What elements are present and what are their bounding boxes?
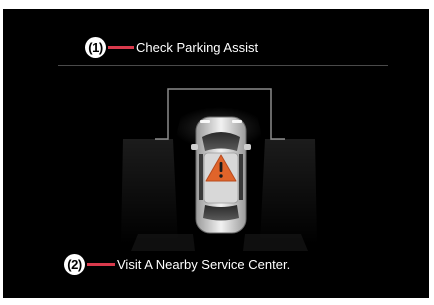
callout-text: Check Parking Assist — [136, 39, 259, 55]
callout-number-badge: (2) — [64, 253, 85, 275]
callout-number-badge: (1) — [85, 36, 106, 58]
callout-check-parking-assist: (1) Check Parking Assist — [85, 36, 258, 58]
leader-line — [108, 45, 134, 49]
leader-line — [87, 262, 115, 266]
divider — [58, 65, 388, 66]
callout-visit-service-center: (2) Visit A Nearby Service Center. — [64, 253, 290, 275]
image-frame: (1) Check Parking Assist (2) Visit A Nea… — [0, 0, 434, 305]
callout-text: Visit A Nearby Service Center. — [117, 256, 291, 272]
parking-assist-display: (1) Check Parking Assist (2) Visit A Nea… — [3, 9, 429, 298]
